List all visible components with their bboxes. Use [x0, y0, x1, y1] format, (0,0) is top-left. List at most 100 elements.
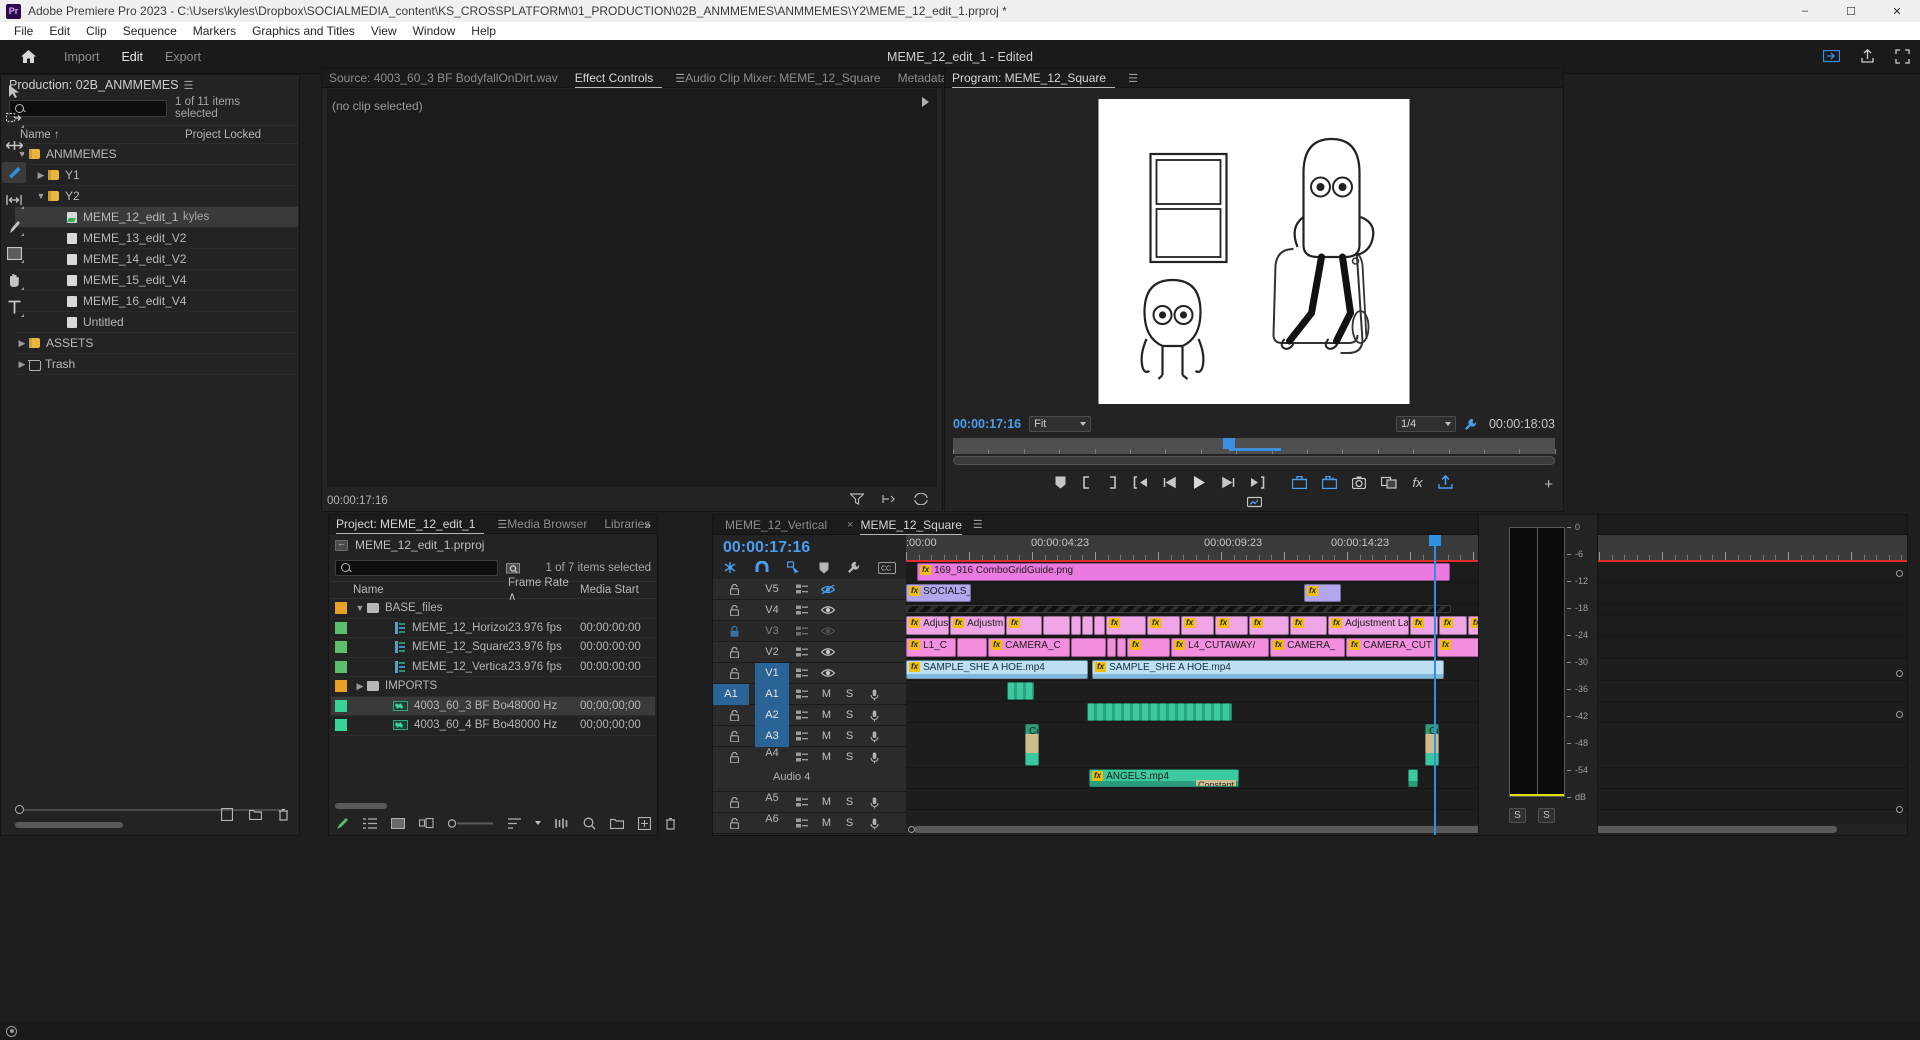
rectangle-tool[interactable] — [2, 243, 26, 264]
column-header-frame-rate[interactable]: Frame Rate ∧ — [508, 577, 580, 603]
track-name-v4[interactable]: V4 — [755, 604, 789, 616]
delete-icon[interactable] — [278, 808, 289, 821]
snap-magnet-icon[interactable] — [755, 561, 769, 574]
voice-over-record-a6[interactable] — [861, 813, 887, 834]
timeline-clip[interactable]: Co — [1025, 724, 1039, 766]
track-header-v1[interactable]: V1 — [713, 662, 906, 684]
timeline-clip[interactable] — [1408, 769, 1418, 787]
sync-lock-a6[interactable] — [789, 813, 815, 834]
track-header-v3[interactable]: V3 — [713, 621, 906, 642]
label-color-swatch[interactable] — [331, 618, 353, 638]
timeline-clip[interactable]: Co — [1425, 724, 1439, 766]
sync-lock-a1[interactable] — [789, 684, 815, 705]
hamburger-icon[interactable]: ☰ — [675, 72, 685, 85]
timeline-track-row-a5[interactable]: fx ANGELS.mp4 Constant — [906, 768, 1907, 789]
timeline-canvas[interactable]: :00:00 00:00:04:23 00:00:09:23 00:00:14:23 … — [906, 535, 1907, 835]
close-icon[interactable]: × — [847, 519, 853, 531]
column-header-name[interactable]: Name ↑ — [15, 129, 185, 141]
meter-solo-button-1[interactable]: S — [1509, 808, 1526, 823]
mute-toggle-a6[interactable]: M — [815, 813, 838, 834]
zoom-level-select[interactable]: Fit — [1029, 416, 1092, 432]
timeline-clip[interactable] — [957, 638, 987, 657]
timeline-clip[interactable]: fx — [1439, 616, 1467, 635]
track-height-handle-mid[interactable] — [1896, 670, 1903, 677]
solo-toggle-a5[interactable]: S — [838, 792, 861, 813]
delete-icon[interactable] — [665, 817, 676, 830]
hand-tool[interactable] — [2, 270, 26, 291]
menu-markers[interactable]: Markers — [185, 22, 244, 40]
hamburger-icon[interactable]: ☰ — [184, 79, 194, 92]
play-icon[interactable] — [1192, 475, 1206, 490]
timeline-clip[interactable]: fx — [1181, 616, 1214, 635]
lock-toggle-v4[interactable] — [713, 604, 755, 616]
timeline-clip[interactable]: fx — [1437, 638, 1482, 657]
settings-wrench-icon[interactable] — [1464, 418, 1477, 431]
voice-over-record-a5[interactable] — [861, 792, 887, 813]
step-forward-icon[interactable] — [1221, 476, 1235, 489]
lock-toggle-a3[interactable] — [713, 726, 755, 747]
mute-toggle-a1[interactable]: M — [815, 684, 838, 705]
track-name-v1[interactable]: V1 — [755, 662, 789, 684]
track-header-v4[interactable]: V4 — [713, 600, 906, 621]
new-item-icon[interactable] — [221, 808, 233, 821]
pen-tool[interactable] — [2, 216, 26, 237]
list-view-icon[interactable] — [363, 817, 377, 829]
source-patch-a1[interactable]: A1 — [713, 684, 749, 705]
add-marker-icon[interactable] — [1055, 476, 1066, 489]
timeline-track-row-v2[interactable]: fx Adjus fx Adjustm fx fx fx fx fx fx fx fx Adjustme… — [906, 615, 1907, 637]
voice-over-record-a2[interactable] — [861, 705, 887, 726]
timeline-playhead[interactable] — [1429, 535, 1441, 835]
menu-graphics-and-titles[interactable]: Graphics and Titles — [244, 22, 363, 40]
track-header-a5[interactable]: A5 M S — [713, 792, 906, 813]
production-row[interactable]: MEME_15_edit_V4 — [15, 270, 298, 291]
mute-toggle-a4[interactable]: M — [815, 747, 838, 768]
filter-bin-content-icon[interactable] — [506, 561, 521, 574]
timeline-clip[interactable] — [1007, 682, 1034, 700]
menu-view[interactable]: View — [363, 22, 405, 40]
workspace-tab-edit[interactable]: Edit — [121, 50, 143, 64]
close-button[interactable]: ✕ — [1874, 0, 1920, 22]
track-name-a6[interactable]: A6 — [755, 813, 789, 825]
timeline-clip[interactable] — [1071, 638, 1106, 657]
column-header-media-start[interactable]: Media Start — [580, 584, 655, 596]
twisty-right-icon[interactable]: ▶ — [15, 359, 29, 370]
timeline-wrench-icon[interactable] — [847, 561, 860, 574]
ripple-edit-tool[interactable] — [2, 135, 26, 156]
captions-cc-icon[interactable]: CC — [878, 561, 896, 574]
production-row[interactable]: MEME_14_edit_V2 — [15, 249, 298, 270]
track-name-a4[interactable]: A4 — [755, 747, 789, 759]
lock-toggle-v3[interactable] — [713, 625, 755, 637]
program-scrub-bar[interactable] — [953, 438, 1556, 454]
solo-toggle-a3[interactable]: S — [838, 726, 861, 747]
visibility-toggle-v3[interactable] — [815, 626, 841, 636]
timeline-clip[interactable]: fx ANGELS.mp4 Constant — [1089, 769, 1239, 787]
lock-toggle-v1[interactable] — [713, 667, 755, 679]
zoom-slider-icon[interactable] — [448, 818, 494, 829]
timeline-clip[interactable]: fx — [1147, 616, 1180, 635]
production-row[interactable]: MEME_13_edit_V2 — [15, 228, 298, 249]
track-header-a1[interactable]: A1 A1 M S — [713, 684, 906, 705]
track-name-a5[interactable]: A5 — [755, 792, 789, 804]
tab-audio-clip-mixer[interactable]: Audio Clip Mixer: MEME_12_Square — [685, 69, 889, 88]
lock-toggle-v5[interactable] — [713, 583, 755, 595]
tab-libraries[interactable]: Libraries — [604, 515, 659, 534]
lock-toggle-a2[interactable] — [713, 705, 755, 726]
chevron-double-right-icon[interactable]: » — [644, 518, 651, 532]
timeline-clip[interactable]: fx SAMPLE_SHE A HOE.mp4 — [906, 660, 1088, 679]
sync-lock-v2[interactable] — [789, 647, 815, 658]
timeline-clip[interactable]: fx 169_916 ComboGridGuide.png — [917, 563, 1450, 581]
screen-share-icon[interactable] — [1823, 49, 1840, 64]
meter-solo-button-2[interactable]: S — [1538, 808, 1555, 823]
production-row[interactable]: MEME_12_edit_1 kyles — [15, 207, 298, 228]
timeline-track-row-a2[interactable] — [906, 681, 1907, 702]
lift-icon[interactable] — [1292, 475, 1308, 489]
audio-transition-badge[interactable]: Constant — [1195, 780, 1236, 786]
timeline-clip-area[interactable]: fx 169_916 ComboGridGuide.png fx SOCIALS_ fx… — [906, 562, 1907, 816]
add-marker-icon[interactable] — [819, 562, 829, 574]
parent-bin-icon[interactable] — [335, 538, 348, 551]
maximize-button[interactable]: ☐ — [1828, 0, 1874, 22]
timeline-clip[interactable]: fxAdjustm — [950, 616, 1005, 635]
production-row[interactable]: ▶ ASSETS — [15, 333, 298, 354]
solo-toggle-a2[interactable]: S — [838, 705, 861, 726]
track-height-handle-top[interactable] — [1896, 570, 1903, 577]
